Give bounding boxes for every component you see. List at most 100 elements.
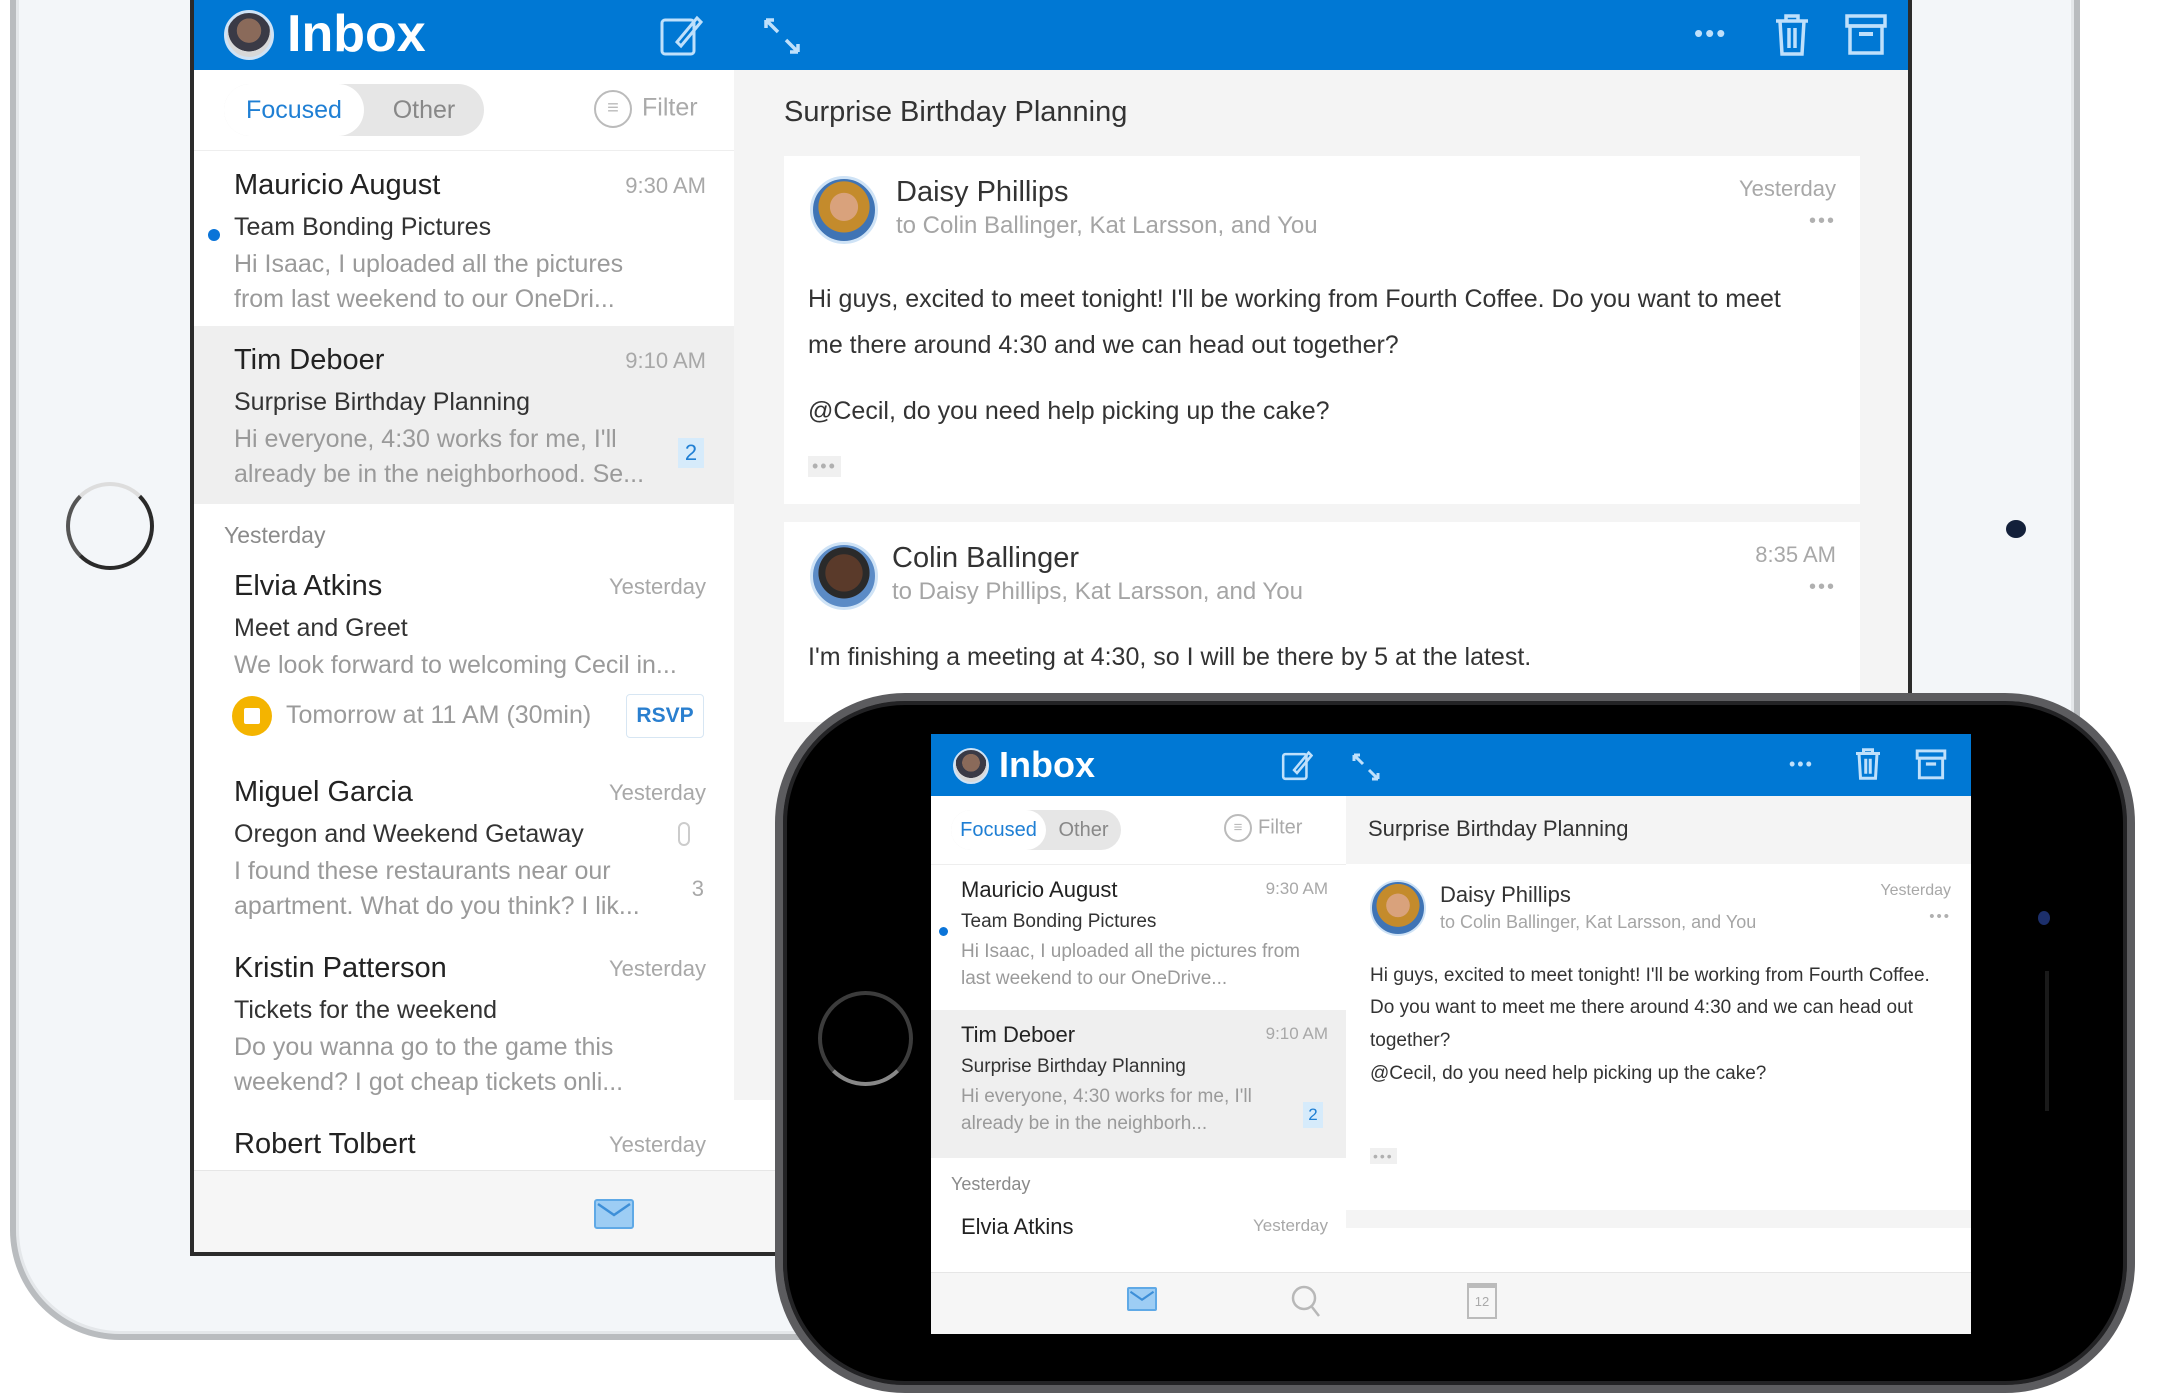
message-card[interactable]: Daisy Phillips to Colin Ballinger, Kat L… [1346, 864, 1971, 1210]
compose-icon[interactable] [659, 12, 704, 63]
message-more-icon[interactable]: ••• [1809, 210, 1836, 233]
section-header-yesterday: Yesterday [951, 1174, 1031, 1194]
mail-icon[interactable] [1127, 1287, 1157, 1311]
timestamp: 8:35 AM [1755, 542, 1836, 567]
list-item[interactable]: Elvia Atkins Yesterday [931, 1206, 1346, 1256]
ipad-home-button [66, 482, 154, 570]
thread-count-badge: 2 [1303, 1102, 1323, 1128]
timestamp: Yesterday [1253, 1216, 1328, 1235]
thread-count: 3 [691, 876, 704, 901]
sender-name: Kristin Patterson [234, 952, 447, 984]
message-list: Focused Other ≡ Filter Mauricio August 9:… [931, 796, 1346, 1334]
filter-icon: ≡ [1224, 814, 1252, 842]
subject: Team Bonding Pictures [234, 213, 492, 241]
inbox-title: Inbox [999, 744, 1095, 785]
tab-focused[interactable]: Focused [224, 84, 364, 136]
timestamp: Yesterday [608, 574, 706, 599]
timestamp: Yesterday [1880, 882, 1951, 899]
ipad-camera [2006, 520, 2026, 538]
archive-icon[interactable] [1844, 12, 1888, 61]
message-card[interactable]: Colin Ballinger to Daisy Phillips, Kat L… [784, 522, 1860, 722]
preview: Do you wanna go to the game this weekend… [234, 1033, 624, 1096]
timestamp: 9:10 AM [625, 348, 706, 373]
preview: We look forward to welcoming Cecil in... [234, 651, 677, 679]
list-item[interactable]: Mauricio August 9:30 AM Team Bonding Pic… [931, 864, 1346, 1010]
timestamp: 9:30 AM [1265, 879, 1328, 898]
message-card[interactable]: Daisy Phillips to Colin Ballinger, Kat L… [784, 156, 1860, 504]
sender-avatar [1370, 880, 1426, 936]
preview: Hi Isaac, I uploaded all the pictures fr… [234, 250, 624, 313]
sender-name: Elvia Atkins [961, 1214, 1074, 1239]
list-toolbar: Focused Other ≡ Filter [194, 70, 734, 150]
timestamp: Yesterday [608, 956, 706, 981]
search-icon[interactable] [1289, 1283, 1323, 1324]
preview: I found these restaurants near our apart… [234, 857, 640, 920]
sender-avatar [810, 176, 878, 244]
more-icon[interactable]: ••• [1694, 18, 1727, 49]
preview: Hi Isaac, I uploaded all the pictures fr… [961, 941, 1301, 989]
sender-name: Tim Deboer [234, 344, 385, 376]
attachment-icon [678, 822, 690, 846]
recipients: to Daisy Phillips, Kat Larsson, and You [892, 578, 1303, 605]
sender-name: Robert Tolbert [234, 1128, 416, 1160]
recipients: to Colin Ballinger, Kat Larsson, and You [896, 212, 1318, 239]
timestamp: Yesterday [1738, 176, 1836, 201]
trash-icon[interactable] [1853, 746, 1883, 787]
calendar-icon[interactable]: 12 [1467, 1283, 1497, 1319]
archive-icon[interactable] [1915, 746, 1947, 787]
message-body: Hi guys, excited to meet tonight! I'll b… [808, 285, 1781, 360]
unread-dot [939, 927, 948, 936]
subject: Meet and Greet [234, 614, 408, 642]
more-icon[interactable]: ••• [1789, 754, 1814, 775]
focused-other-toggle[interactable]: Focused Other [951, 810, 1121, 850]
message-list: Focused Other ≡ Filter Mauricio August 9:… [194, 70, 1908, 1252]
preview: Hi everyone, 4:30 works for me, I'll alr… [234, 425, 645, 488]
expand-icon[interactable] [762, 16, 802, 61]
list-item-selected[interactable]: Tim Deboer 9:10 AM Surprise Birthday Pla… [194, 326, 734, 504]
rsvp-button[interactable]: RSVP [626, 694, 704, 738]
inbox-title: Inbox [287, 5, 426, 63]
account-avatar[interactable] [953, 748, 989, 784]
phone-screen: Inbox ••• Focused Other ≡ Filter Maurici… [931, 734, 1971, 1334]
expand-icon[interactable] [1351, 752, 1381, 787]
account-avatar[interactable] [224, 10, 274, 60]
timestamp: 9:10 AM [1265, 1024, 1328, 1043]
phone-speaker [2045, 971, 2049, 1111]
phone-home-button [818, 991, 913, 1086]
list-item[interactable]: Kristin Patterson Yesterday Tickets for … [194, 942, 734, 1118]
message-more-icon[interactable]: ••• [1929, 908, 1951, 925]
filter-button[interactable]: ≡ Filter [594, 90, 698, 128]
list-item[interactable]: Mauricio August 9:30 AM Team Bonding Pic… [194, 150, 734, 326]
filter-button[interactable]: ≡ Filter [1224, 814, 1302, 842]
sender-name: Colin Ballinger [892, 542, 1079, 574]
filter-label: Filter [642, 93, 698, 122]
compose-icon[interactable] [1281, 748, 1314, 787]
list-item[interactable]: Elvia Atkins Yesterday Meet and Greet We… [194, 560, 734, 766]
message-more-icon[interactable]: ••• [1809, 576, 1836, 599]
app-header: Inbox ••• [194, 0, 1908, 70]
unread-dot [208, 229, 220, 241]
tab-focused[interactable]: Focused [951, 810, 1046, 850]
trash-icon[interactable] [1772, 12, 1812, 63]
preview: Hi everyone, 4:30 works for me, I'll alr… [961, 1086, 1252, 1134]
subject: Surprise Birthday Planning [961, 1056, 1186, 1077]
list-item[interactable]: Miguel Garcia Yesterday Oregon and Weeke… [194, 766, 734, 942]
sender-name: Tim Deboer [961, 1022, 1076, 1047]
mail-icon[interactable] [594, 1199, 634, 1229]
list-item[interactable]: Robert Tolbert Yesterday [194, 1118, 734, 1178]
section-header-yesterday: Yesterday [224, 522, 326, 548]
show-quoted-button[interactable]: ••• [808, 456, 841, 477]
message-body: I'm finishing a meeting at 4:30, so I wi… [808, 643, 1532, 671]
tab-other[interactable]: Other [364, 84, 484, 136]
list-item-selected[interactable]: Tim Deboer 9:10 AM Surprise Birthday Pla… [931, 1010, 1346, 1158]
timestamp: Yesterday [608, 1132, 706, 1157]
tab-bar: 12 [931, 1272, 1971, 1334]
subject: Oregon and Weekend Getaway [234, 820, 584, 848]
message-body-mention: @Cecil, do you need help picking up the … [1370, 1063, 1767, 1084]
subject: Tickets for the weekend [234, 996, 498, 1024]
focused-other-toggle[interactable]: Focused Other [224, 84, 484, 136]
show-quoted-button[interactable]: ••• [1370, 1148, 1397, 1164]
timestamp: 9:30 AM [625, 173, 706, 198]
tab-other[interactable]: Other [1046, 810, 1121, 850]
timestamp: Yesterday [608, 780, 706, 805]
